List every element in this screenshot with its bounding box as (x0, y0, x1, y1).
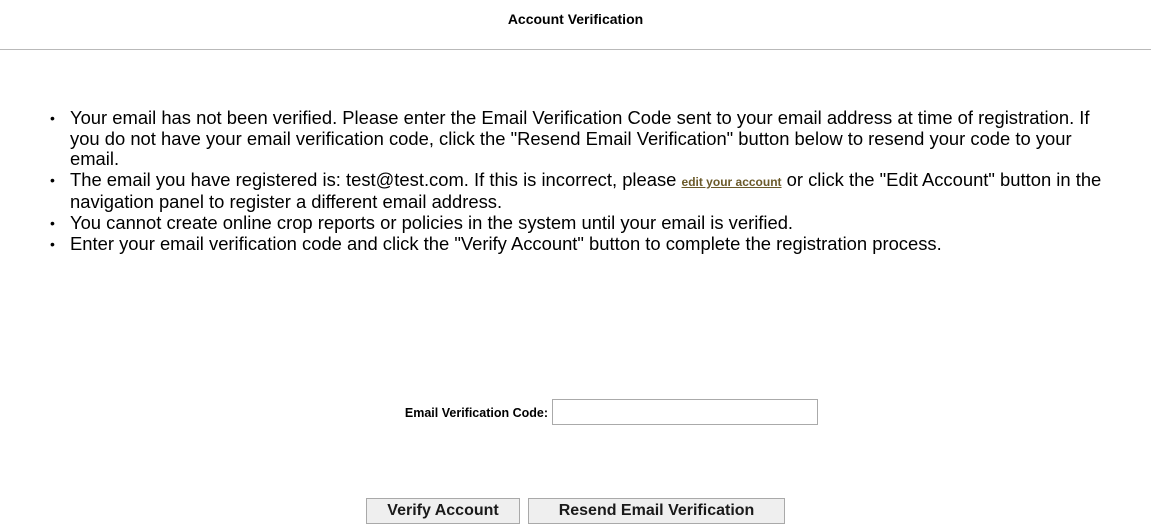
edit-account-link[interactable]: edit your account (682, 175, 782, 189)
verification-code-input[interactable] (552, 399, 818, 425)
resend-email-verification-button[interactable]: Resend Email Verification (528, 498, 785, 524)
verification-code-label: Email Verification Code: (404, 406, 548, 420)
instruction-text: You cannot create online crop reports or… (70, 211, 794, 233)
list-item: Enter your email verification code and c… (46, 232, 1106, 255)
list-item: Your email has not been verified. Please… (46, 107, 1106, 170)
list-item: You cannot create online crop reports or… (46, 211, 1106, 234)
verification-code-row: Email Verification Code: (0, 399, 1151, 429)
list-item: The email you have registered is: test@t… (46, 168, 1106, 213)
action-buttons: Verify Account Resend Email Verification (0, 498, 1151, 524)
instruction-text-before: The email you have registered is: test@t… (70, 168, 682, 190)
page-title: Account Verification (507, 11, 644, 27)
instructions-list: Your email has not been verified. Please… (46, 107, 1106, 255)
header-divider (0, 49, 1151, 50)
instruction-text: Enter your email verification code and c… (70, 232, 942, 254)
instruction-text: Your email has not been verified. Please… (70, 107, 1090, 170)
verify-account-button[interactable]: Verify Account (366, 498, 520, 524)
